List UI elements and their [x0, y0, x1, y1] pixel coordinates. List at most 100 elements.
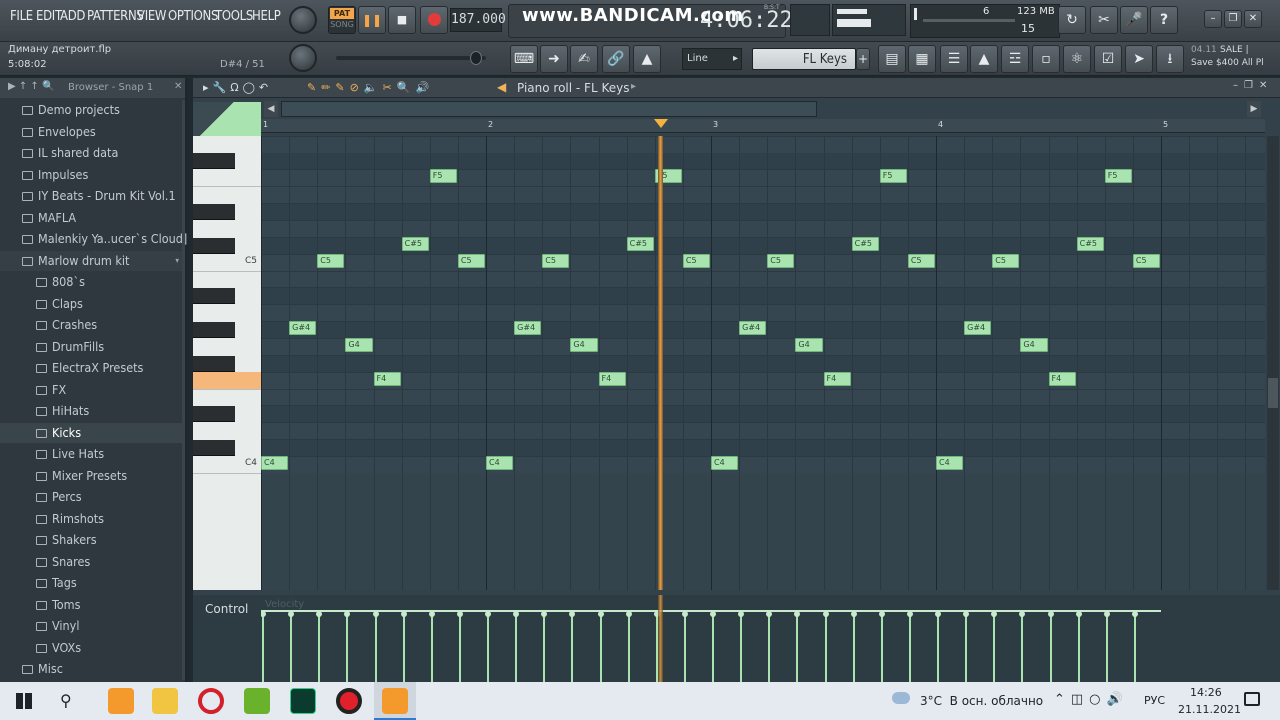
piano-keyboard[interactable]: C5 C4	[193, 136, 261, 590]
velocity-handle[interactable]	[766, 611, 773, 617]
velocity-bar[interactable]	[402, 613, 405, 682]
velocity-bar[interactable]	[852, 613, 855, 682]
note[interactable]: C4	[486, 455, 514, 470]
browser-item[interactable]: Envelopes	[0, 122, 185, 142]
browser-item[interactable]: Shakers	[0, 530, 185, 550]
note[interactable]: C5	[992, 253, 1020, 268]
scroll-left-button[interactable]: ◀	[264, 101, 278, 117]
note[interactable]: G4	[345, 337, 373, 352]
browser-item[interactable]: ElectraX Presets	[0, 358, 185, 378]
velocity-bar[interactable]	[768, 613, 771, 682]
velocity-handle[interactable]	[681, 611, 688, 617]
velocity-handle[interactable]	[878, 611, 885, 617]
velocity-handle[interactable]	[344, 611, 351, 617]
note[interactable]: C5	[542, 253, 570, 268]
note[interactable]: C#5	[851, 236, 879, 251]
note-grid[interactable]: C4 G#4 C5 G4 F4 C#5 F5 C5 C4 G#4 C5 G4 F4 C#5 F5 C5 C4 G#…	[261, 136, 1265, 590]
pat-song-switch[interactable]: PAT SONG	[328, 6, 356, 34]
news-line1[interactable]: SALE |	[1220, 45, 1249, 55]
velocity-bar[interactable]	[937, 613, 939, 682]
note[interactable]: F5	[879, 169, 907, 184]
timeline-ruler[interactable]: 1 2 3 4 5	[261, 119, 1265, 133]
clock-time[interactable]: 14:26	[1190, 686, 1222, 699]
browser-item[interactable]: IY Beats - Drum Kit Vol.1	[0, 186, 185, 206]
black-key[interactable]	[193, 288, 235, 305]
velocity-handle[interactable]	[738, 611, 745, 617]
velocity-handle[interactable]	[456, 611, 463, 617]
velocity-handle[interactable]	[485, 611, 491, 617]
note[interactable]: C5	[1132, 253, 1160, 268]
velocity-handle[interactable]	[850, 611, 857, 617]
browser-item[interactable]: Live Hats	[0, 444, 185, 464]
piano-roll-icon[interactable]: ☰	[940, 45, 968, 73]
pattern-overview[interactable]	[281, 101, 817, 117]
audition-icon[interactable]	[290, 688, 316, 714]
browser-item[interactable]: Toms	[0, 595, 185, 615]
language-indicator[interactable]: РУС	[1144, 694, 1165, 707]
velocity-handle[interactable]	[1103, 611, 1110, 617]
note[interactable]: C5	[317, 253, 345, 268]
browser-item[interactable]: Mixer Presets	[0, 466, 185, 486]
browser-item[interactable]: DrumFills	[0, 337, 185, 357]
browser-item[interactable]: FX	[0, 380, 185, 400]
black-key[interactable]	[193, 237, 235, 254]
fl-studio-taskbar-icon[interactable]	[108, 688, 134, 714]
note[interactable]: F4	[373, 371, 401, 386]
scroll-right-button[interactable]: ▶	[1247, 101, 1261, 117]
browser-close-icon[interactable]: ✕	[174, 81, 182, 92]
browser-item[interactable]: 808`s	[0, 272, 185, 292]
velocity-bar[interactable]	[1105, 613, 1108, 682]
bandicam-icon[interactable]	[336, 688, 362, 714]
velocity-handle[interactable]	[625, 611, 632, 617]
note[interactable]: G4	[795, 337, 823, 352]
browser-item[interactable]: HiHats	[0, 401, 185, 421]
velocity-bar[interactable]	[515, 613, 518, 682]
browser-item[interactable]: Percs	[0, 487, 185, 507]
menu-options[interactable]: OPTIONS	[168, 9, 218, 24]
note[interactable]: G#4	[964, 321, 992, 336]
browser-item[interactable]: Demo projects	[0, 100, 185, 120]
black-key[interactable]	[193, 322, 235, 338]
restore-button[interactable]: ❐	[1224, 10, 1242, 28]
nvidia-icon[interactable]	[244, 688, 270, 714]
download-icon[interactable]: ⭳	[1156, 45, 1184, 73]
velocity-handle[interactable]	[822, 611, 829, 617]
black-key[interactable]	[193, 355, 235, 372]
browser-item[interactable]: Impulses	[0, 165, 185, 185]
velocity-bar[interactable]	[1133, 613, 1136, 682]
browser-item[interactable]: IL shared data	[0, 143, 185, 163]
note[interactable]: C#5	[401, 236, 429, 251]
velocity-handle[interactable]	[1047, 611, 1054, 617]
file-icon[interactable]: ▫	[1032, 45, 1060, 73]
black-key[interactable]	[193, 440, 235, 456]
browser-item[interactable]: Claps	[0, 294, 185, 314]
browser-item[interactable]: Misc	[0, 659, 185, 679]
note[interactable]: C#5	[626, 236, 654, 251]
note[interactable]: C5	[767, 253, 795, 268]
velocity-handle[interactable]	[963, 611, 970, 617]
note[interactable]: C#5	[1076, 236, 1104, 251]
menu-add[interactable]: ADD	[60, 9, 85, 24]
note[interactable]: F4	[1048, 371, 1076, 386]
velocity-handle[interactable]	[597, 611, 604, 617]
highlighted-key[interactable]	[193, 371, 261, 389]
close-button[interactable]: ✕	[1244, 10, 1262, 28]
velocity-handle[interactable]	[794, 611, 801, 617]
record-button[interactable]	[420, 6, 448, 34]
velocity-bar[interactable]	[599, 613, 602, 682]
velocity-bar[interactable]	[543, 613, 546, 682]
person-icon[interactable]: ☑	[1094, 45, 1122, 73]
note[interactable]: C4	[261, 455, 289, 470]
velocity-handle[interactable]	[541, 611, 548, 617]
velocity-handle[interactable]	[428, 611, 435, 617]
pause-button[interactable]: ❚❚	[358, 6, 386, 34]
velocity-bar[interactable]	[1021, 613, 1024, 682]
note[interactable]: F4	[598, 371, 626, 386]
browser-item[interactable]: Kicks	[0, 422, 185, 443]
microphone-icon[interactable]: 🎤	[1120, 6, 1148, 34]
velocity-bar[interactable]	[458, 613, 461, 682]
piano-keys-icon[interactable]: ⌨	[510, 45, 538, 73]
browser-item[interactable]: Tags	[0, 573, 185, 593]
velocity-bar[interactable]	[262, 613, 264, 682]
velocity-bar[interactable]	[880, 613, 883, 682]
